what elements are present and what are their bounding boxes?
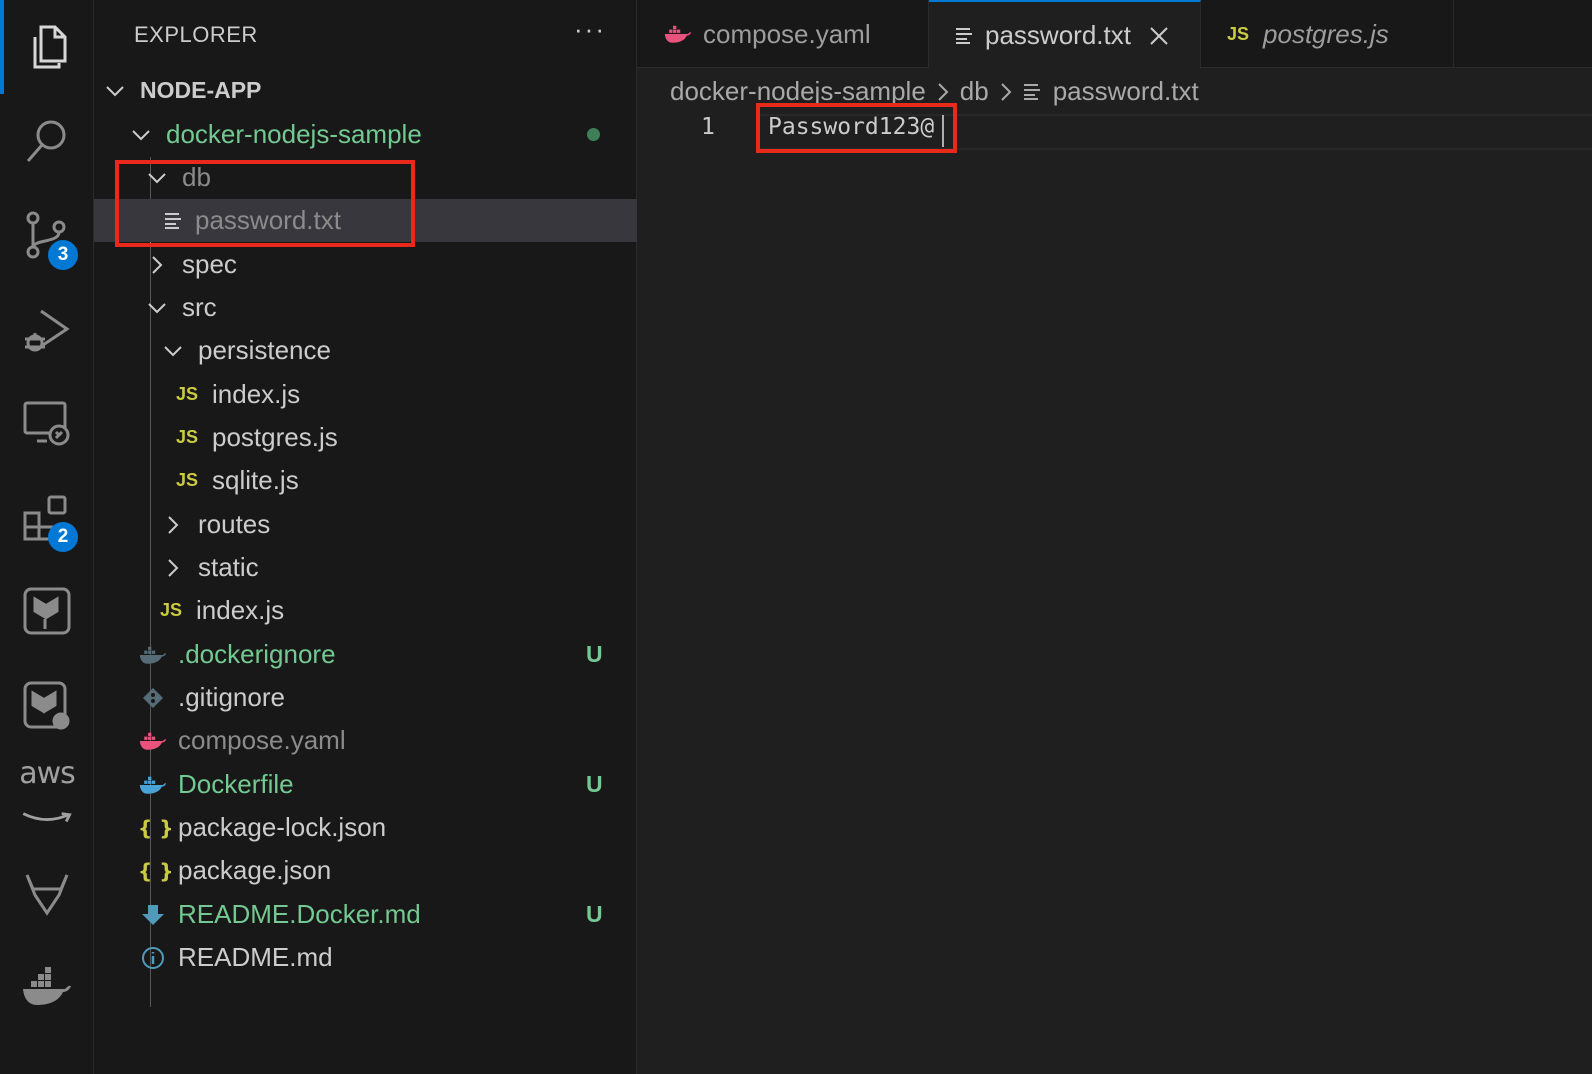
- tree-item-file[interactable]: JS index.js: [94, 589, 700, 632]
- chevron-down-icon: [148, 302, 166, 313]
- tree-item-label: src: [182, 292, 217, 322]
- docker-compose-icon: [139, 732, 167, 750]
- git-status-badge: U: [586, 641, 603, 667]
- tree-item-label: Dockerfile: [178, 769, 294, 799]
- chevron-right-icon: [152, 255, 163, 274]
- javascript-icon: JS: [175, 427, 199, 447]
- json-icon: { }: [138, 858, 174, 883]
- tab-label: postgres.js: [1263, 18, 1389, 49]
- tree-item-file[interactable]: { } package-lock.json: [94, 806, 680, 849]
- source-control-icon[interactable]: 3: [0, 188, 94, 282]
- markdown-download-icon: [142, 904, 164, 925]
- modified-dot-icon: [587, 128, 600, 141]
- tab-bar: compose.yaml password.txt JS postgres.js: [637, 0, 1592, 69]
- tree-item-file[interactable]: Dockerfile U: [94, 763, 680, 806]
- tree-item-label: spec: [182, 249, 237, 279]
- javascript-icon: JS: [175, 384, 199, 404]
- tree-item-label: persistence: [198, 335, 331, 365]
- gitlab-icon[interactable]: [0, 846, 94, 940]
- tree-item-file[interactable]: JS sqlite.js: [94, 459, 716, 502]
- tree-item-label: docker-nodejs-sample: [166, 119, 422, 149]
- terraform-cloud-icon[interactable]: [0, 658, 94, 752]
- docker-file-icon: [139, 646, 167, 664]
- tree-item-folder[interactable]: persistence: [94, 329, 704, 372]
- tree-item-file[interactable]: JS index.js: [94, 373, 716, 416]
- remote-explorer-icon[interactable]: [0, 376, 94, 470]
- explorer-icon[interactable]: [0, 0, 94, 94]
- tree-item-label: .dockerignore: [178, 639, 336, 669]
- tree-item-folder[interactable]: static: [94, 546, 704, 589]
- docker-icon[interactable]: [0, 940, 94, 1034]
- tree-item-label: compose.yaml: [178, 725, 346, 755]
- search-icon[interactable]: [0, 94, 94, 188]
- tree-item-label: routes: [198, 509, 271, 539]
- tab-compose-yaml[interactable]: compose.yaml: [637, 0, 929, 68]
- tree-item-file[interactable]: .dockerignore U: [94, 633, 680, 676]
- tab-label: password.txt: [985, 20, 1131, 50]
- tab-postgres-js[interactable]: JS postgres.js: [1201, 0, 1454, 68]
- tree-item-label: .gitignore: [178, 682, 285, 712]
- tree-item-label: static: [198, 552, 259, 582]
- docker-compose-icon: [664, 25, 692, 43]
- highlight-box: [756, 103, 957, 153]
- tree-item-file[interactable]: { } package.json: [94, 849, 680, 892]
- highlight-box: [115, 160, 415, 247]
- git-status-badge: U: [586, 771, 603, 797]
- git-status-badge: U: [586, 901, 603, 927]
- tree-item-label: sqlite.js: [212, 465, 299, 495]
- text-file-icon: [1023, 83, 1040, 100]
- tree-item-label: index.js: [212, 379, 301, 409]
- javascript-icon: JS: [159, 600, 183, 620]
- explorer-title: EXPLORER: [134, 22, 258, 47]
- tree-item-file[interactable]: README.Docker.md U: [94, 893, 680, 936]
- activity-bar: 3 2 aws: [0, 0, 94, 1074]
- javascript-icon: JS: [175, 470, 199, 490]
- more-actions-icon[interactable]: ···: [574, 14, 606, 45]
- tree-item-folder[interactable]: src: [94, 286, 688, 329]
- text-file-icon: [956, 27, 972, 44]
- chevron-right-icon: [938, 82, 949, 101]
- tree-item-root[interactable]: NODE-APP: [94, 69, 646, 112]
- docker-file-icon: [139, 776, 167, 794]
- tree-item-label: postgres.js: [212, 422, 338, 452]
- tree-item-folder[interactable]: spec: [94, 243, 688, 286]
- tree-item-label: package-lock.json: [178, 812, 387, 842]
- chevron-down-icon: [164, 345, 182, 356]
- tree-item-file[interactable]: compose.yaml: [94, 719, 680, 762]
- tree-item-label: NODE-APP: [140, 77, 262, 103]
- tree-item-file[interactable]: .gitignore: [94, 676, 680, 719]
- line-number: 1: [701, 114, 715, 140]
- breadcrumb-item[interactable]: db: [960, 76, 989, 107]
- json-icon: { }: [138, 815, 174, 840]
- tree-item-file[interactable]: README.md: [94, 936, 680, 979]
- chevron-right-icon: [1001, 82, 1012, 101]
- chevron-down-icon: [132, 129, 150, 140]
- tree-item-label: README.Docker.md: [178, 899, 421, 929]
- tree-item-label: index.js: [196, 595, 285, 625]
- explorer-sidebar: EXPLORER ··· NODE-APP docker-nodejs-samp…: [94, 0, 706, 1074]
- extensions-icon[interactable]: 2: [0, 470, 94, 564]
- aws-icon[interactable]: aws: [0, 752, 94, 846]
- editor-area: compose.yaml password.txt JS postgres.js…: [637, 0, 1592, 1074]
- chevron-right-icon: [168, 558, 179, 577]
- breadcrumb-item[interactable]: password.txt: [1053, 76, 1199, 107]
- tab-label: compose.yaml: [703, 18, 871, 49]
- tab-password-txt[interactable]: password.txt: [929, 0, 1201, 69]
- tree-item-file[interactable]: JS postgres.js: [94, 416, 716, 459]
- extensions-badge: 2: [48, 522, 78, 552]
- tree-item-label: README.md: [178, 942, 333, 972]
- tree-item-folder[interactable]: docker-nodejs-sample: [94, 113, 672, 156]
- close-icon[interactable]: [1149, 26, 1169, 46]
- tree-item-label: package.json: [178, 855, 332, 885]
- terraform-icon[interactable]: [0, 564, 94, 658]
- info-icon: [142, 946, 164, 969]
- git-file-icon: [143, 687, 163, 708]
- chevron-right-icon: [168, 515, 179, 534]
- aws-label: aws: [19, 755, 76, 791]
- javascript-icon: JS: [1227, 23, 1250, 44]
- tree-item-folder[interactable]: routes: [94, 503, 704, 546]
- source-control-badge: 3: [48, 240, 78, 270]
- run-debug-icon[interactable]: [0, 282, 94, 376]
- chevron-down-icon: [106, 85, 124, 96]
